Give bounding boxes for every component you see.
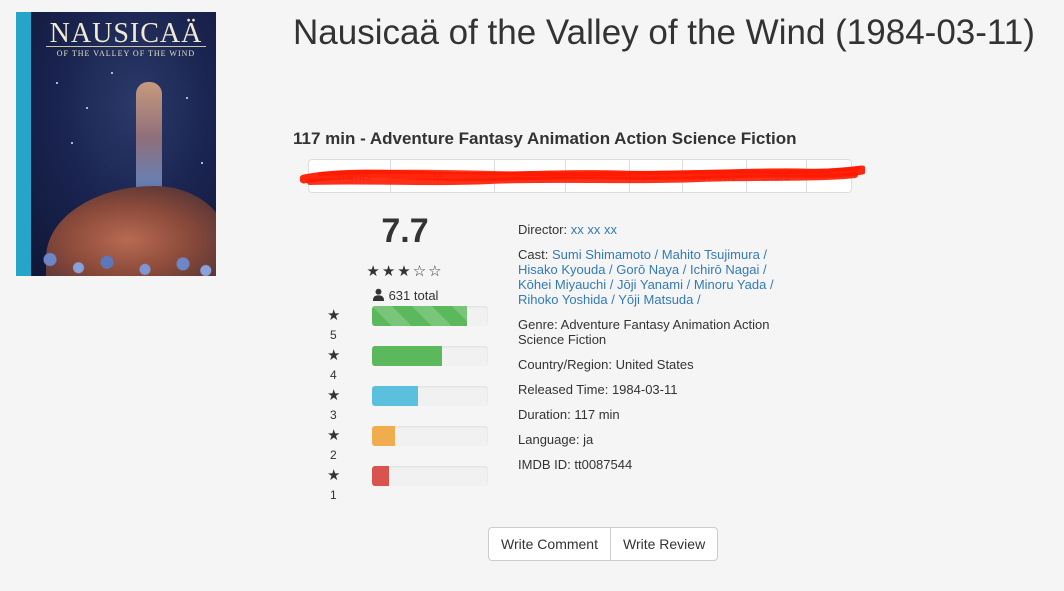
rating-bar (372, 386, 488, 406)
star-icon: ★ (327, 387, 341, 404)
tab-more[interactable]: M... (391, 160, 496, 192)
rating-score: 7.7 (381, 212, 429, 250)
rating-bar (372, 346, 488, 366)
star-icon: ★ (327, 427, 341, 444)
action-button-group: Write Comment Write Review (488, 527, 719, 561)
duration-label: Duration: (518, 407, 571, 422)
detail-genre: Genre: Adventure Fantasy Animation Actio… (518, 317, 788, 347)
rating-stars: ★★★☆☆ (366, 263, 444, 280)
movie-subline: 117 min - Adventure Fantasy Animation Ac… (293, 129, 797, 148)
country-value: United States (615, 357, 694, 372)
rating-row-number: 4 (330, 368, 337, 382)
tab-cast[interactable]: Cast (630, 160, 683, 192)
director-link[interactable]: xx xx xx (571, 222, 617, 237)
country-label: Country/Region: (518, 357, 612, 372)
rating-row-1: ★ 1 (320, 466, 490, 506)
duration-value: 117 min (574, 407, 620, 422)
rating-row-4: ★ 4 (320, 346, 490, 386)
detail-country: Country/Region: United States (518, 357, 788, 372)
poster-star (56, 82, 58, 84)
rating-row-number: 3 (330, 408, 337, 422)
imdb-value: tt0087544 (574, 457, 633, 472)
rating-row-5: ★ 5 (320, 306, 490, 346)
tab-8[interactable] (807, 160, 851, 192)
rating-row-number: 1 (330, 488, 337, 502)
rating-row-3: ★ 3 (320, 386, 490, 426)
language-label: Language: (518, 432, 580, 447)
poster-star (111, 72, 113, 74)
rating-bar-fill (372, 346, 442, 366)
rating-bar-fill (372, 306, 468, 326)
movie-poster: NAUSICAÄ OF THE VALLEY OF THE WIND (16, 12, 216, 276)
tab-3[interactable] (495, 160, 566, 192)
write-review-button[interactable]: Write Review (610, 527, 719, 561)
cast-links[interactable]: Sumi Shimamoto / Mahito Tsujimura / Hisa… (518, 247, 774, 307)
poster-star (71, 142, 73, 144)
user-icon (372, 288, 384, 301)
rating-row-number: 2 (330, 448, 337, 462)
released-value: 1984-03-11 (611, 382, 678, 397)
cast-label: Cast: (518, 247, 549, 262)
rating-bar (372, 306, 488, 326)
poster-star (201, 162, 203, 164)
star-icon: ★ (327, 307, 341, 324)
poster-star (186, 97, 188, 99)
rating-total-label: 631 total (388, 288, 439, 303)
tab-comments[interactable]: ...ments (309, 160, 392, 192)
language-value: ja (583, 432, 594, 447)
detail-language: Language: ja (518, 432, 788, 447)
rating-bar (372, 466, 488, 486)
rating-bar-fill (372, 466, 390, 486)
rating-bar (372, 426, 488, 446)
poster-flowers (31, 221, 216, 276)
tab-reviews[interactable]: Reviews (683, 160, 747, 192)
rating-row-number: 5 (330, 328, 337, 342)
poster-subtitle: OF THE VALLEY OF THE WIND (46, 46, 206, 58)
rating-row-2: ★ 2 (320, 426, 490, 466)
rating-bar-fill (372, 386, 419, 406)
rating-total: 631 total (340, 288, 470, 303)
detail-imdb: IMDB ID: tt0087544 (518, 457, 788, 472)
rating-bar-fill (372, 426, 396, 446)
star-icon: ★ (327, 347, 341, 364)
movie-title: Nausicaä of the Valley of the Wind (1984… (293, 13, 1035, 52)
tab-7[interactable]: ...ers (747, 160, 808, 192)
tab-4[interactable] (566, 160, 631, 192)
detail-duration: Duration: 117 min (518, 407, 788, 422)
poster-stripe (16, 12, 31, 276)
detail-cast: Cast: Sumi Shimamoto / Mahito Tsujimura … (518, 247, 788, 307)
detail-nav-tabs: ...ments M... Cast Reviews ...ers (308, 159, 852, 193)
star-icon: ★ (327, 467, 341, 484)
released-label: Released Time: (518, 382, 609, 397)
detail-director: Director: xx xx xx (518, 222, 788, 237)
genre-label: Genre: (518, 317, 558, 332)
detail-released: Released Time: 1984-03-11 (518, 382, 788, 397)
imdb-label: IMDB ID: (518, 457, 571, 472)
movie-details: Director: xx xx xx Cast: Sumi Shimamoto … (518, 222, 788, 482)
director-label: Director: (518, 222, 568, 237)
poster-star (86, 107, 88, 109)
write-comment-button[interactable]: Write Comment (488, 527, 611, 561)
